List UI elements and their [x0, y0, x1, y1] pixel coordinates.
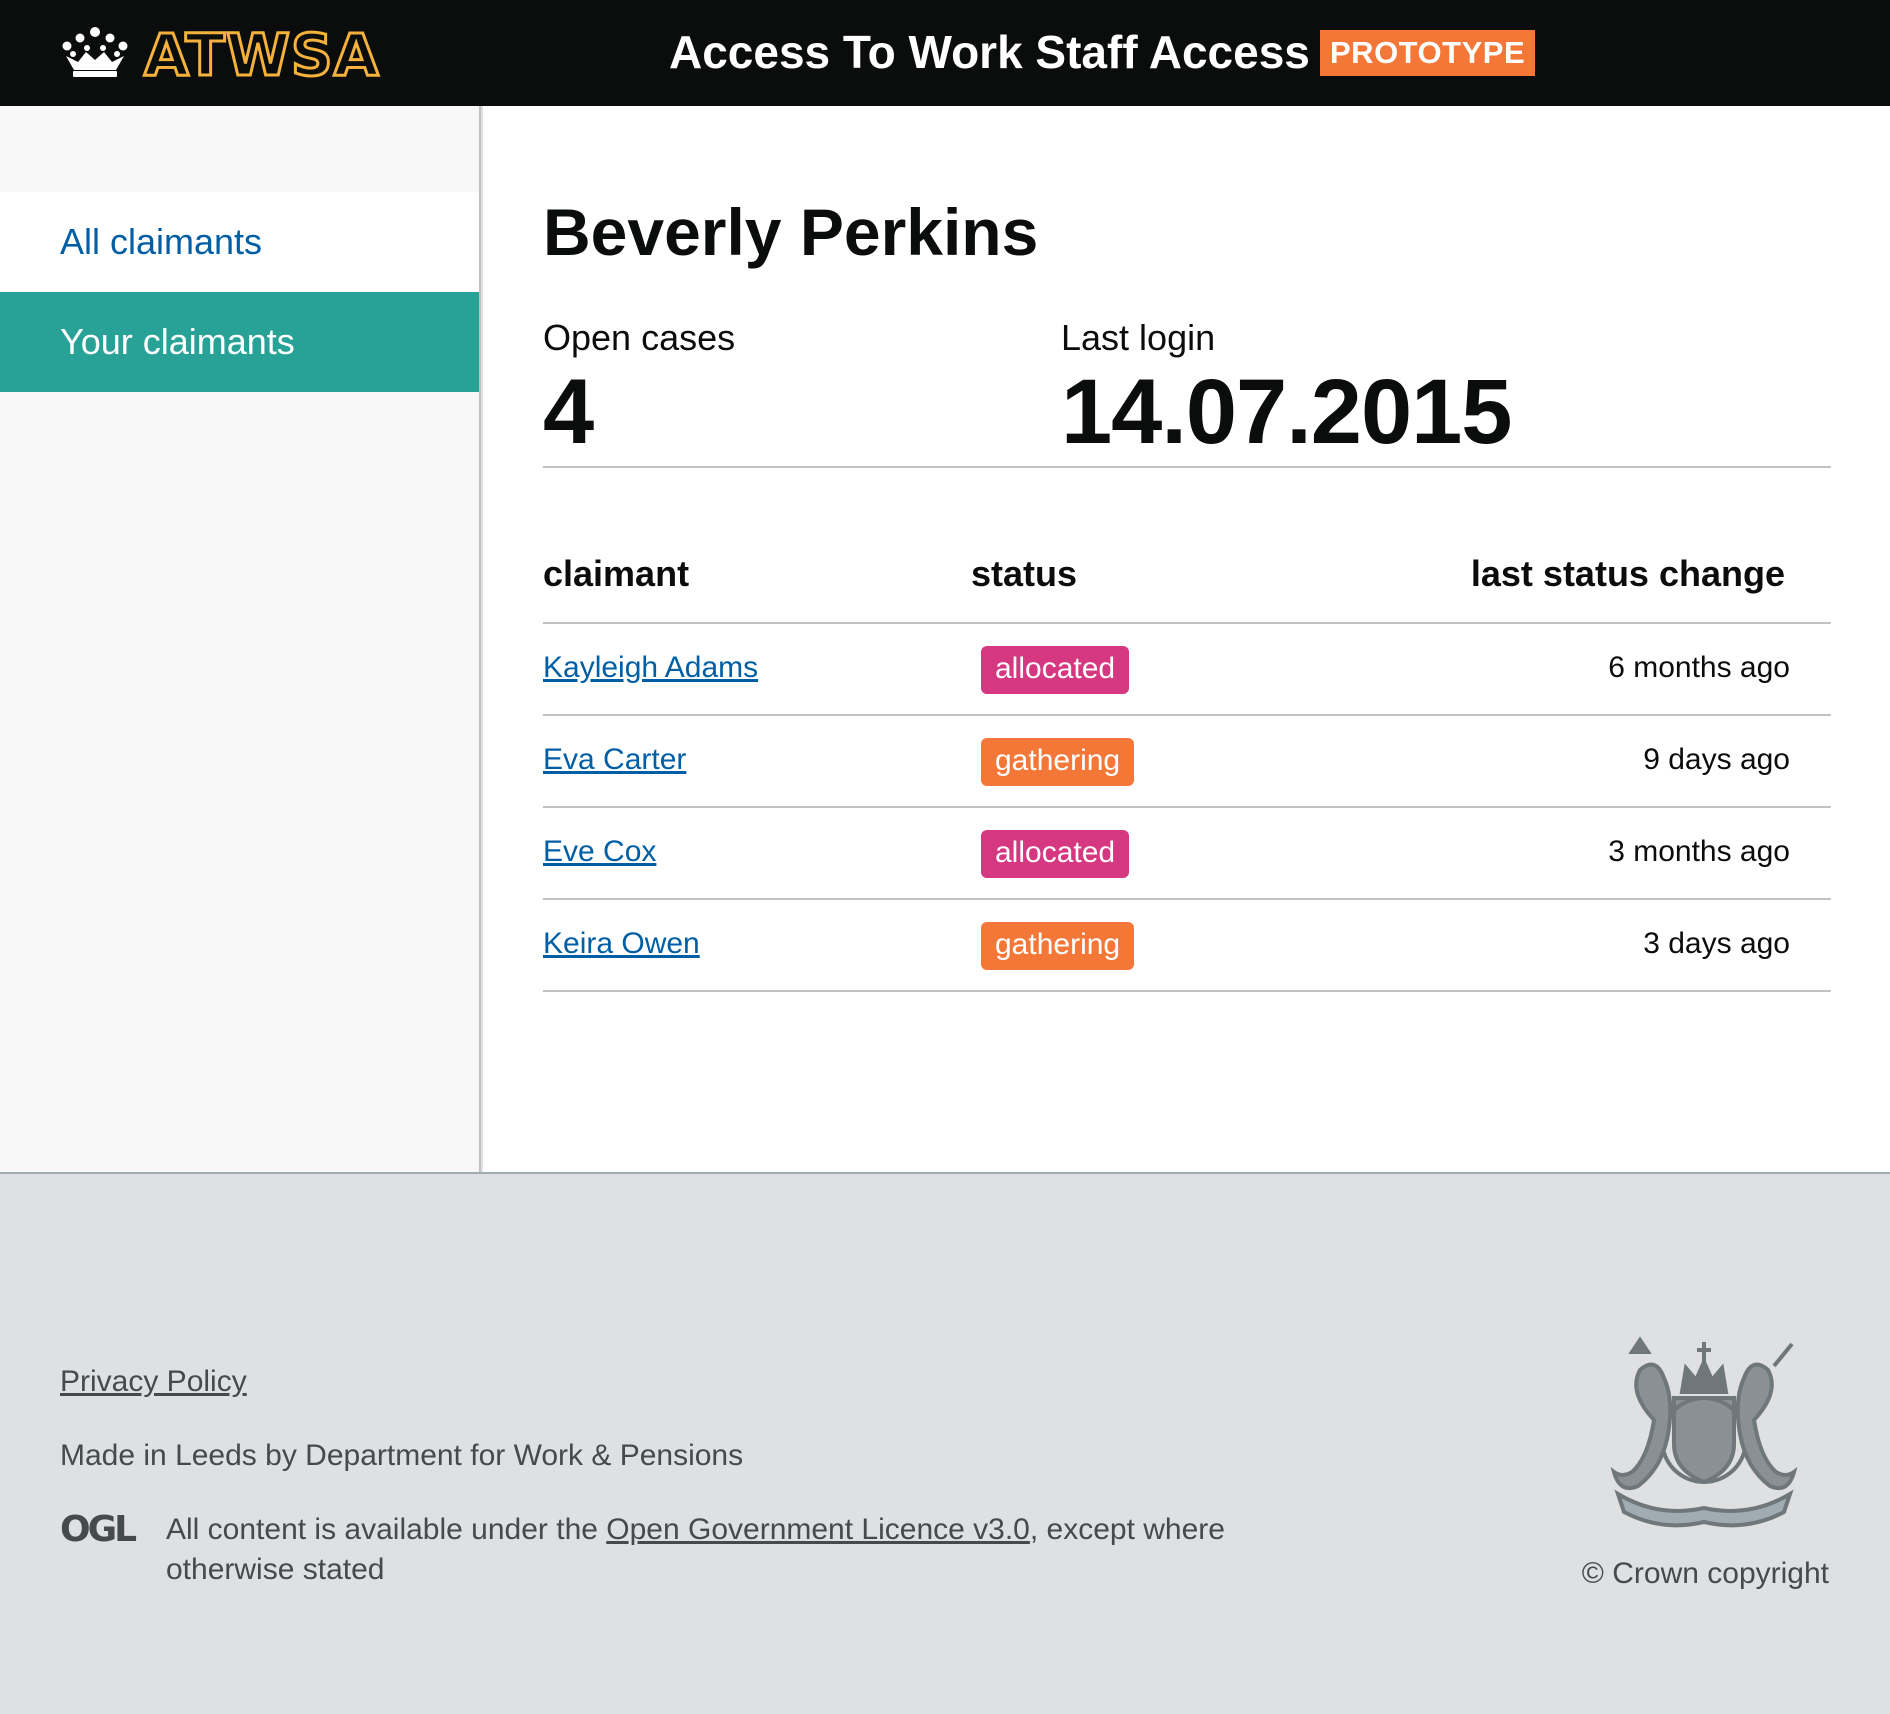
atwsa-logo[interactable]: ATWSA: [130, 24, 430, 86]
status-badge: gathering: [981, 738, 1135, 786]
column-header-claimant: claimant: [543, 553, 690, 594]
ogl-logo-icon: OGL: [60, 1510, 139, 1544]
open-cases-label: Open cases: [543, 317, 736, 358]
table-row: Eve Cox allocated 3 months ago: [543, 808, 1831, 900]
sidebar-item-all-claimants[interactable]: All claimants: [0, 192, 479, 292]
crown-icon: [62, 27, 128, 77]
last-login-value: 14.07.2015: [1061, 361, 1512, 463]
sidebar-item-your-claimants[interactable]: Your claimants: [0, 292, 479, 392]
site-footer: Privacy Policy Made in Leeds by Departme…: [0, 1172, 1890, 1714]
licence-prefix: All content is available under the: [166, 1513, 607, 1546]
status-badge: gathering: [981, 922, 1135, 970]
site-header: ATWSA Access To Work Staff Access PROTOT…: [0, 0, 1890, 106]
table-row: Kayleigh Adams allocated 6 months ago: [543, 624, 1831, 716]
claimant-link[interactable]: Kayleigh Adams: [543, 646, 758, 690]
claimant-link[interactable]: Eva Carter: [543, 738, 686, 782]
open-cases-value: 4: [543, 361, 594, 463]
claimant-link[interactable]: Eve Cox: [543, 830, 656, 874]
last-login-label: Last login: [1061, 317, 1216, 358]
page-title: Beverly Perkins: [543, 195, 1039, 269]
sidebar: All claimants Your claimants: [0, 106, 481, 1172]
made-in-text: Made in Leeds by Department for Work & P…: [60, 1439, 744, 1472]
licence-text: All content is available under the Open …: [166, 1510, 1306, 1590]
main-content: Beverly Perkins Open cases 4 Last login …: [483, 106, 1890, 1172]
last-status-change: 6 months ago: [1608, 651, 1790, 684]
stats-divider: [543, 466, 1831, 468]
app-title[interactable]: Access To Work Staff Access: [669, 24, 1310, 80]
last-status-change: 3 days ago: [1643, 927, 1790, 960]
ogl-licence-link[interactable]: Open Government Licence v3.0: [606, 1513, 1030, 1546]
crown-copyright: © Crown copyright: [1581, 1557, 1829, 1590]
royal-coat-of-arms-icon: [1610, 1336, 1798, 1528]
table-row: Eva Carter gathering 9 days ago: [543, 716, 1831, 808]
logo-text: ATWSA: [143, 21, 381, 89]
status-badge: allocated: [981, 646, 1130, 694]
status-badge: allocated: [981, 830, 1130, 878]
privacy-policy-link[interactable]: Privacy Policy: [60, 1362, 247, 1402]
table-row: Keira Owen gathering 3 days ago: [543, 900, 1831, 992]
ogl-logo-text: OGL: [60, 1510, 136, 1544]
column-header-last-status-change: last status change: [1470, 553, 1785, 594]
claimant-link[interactable]: Keira Owen: [543, 922, 700, 966]
last-status-change: 3 months ago: [1608, 835, 1790, 868]
phase-tag: PROTOTYPE: [1320, 30, 1536, 76]
column-header-status: status: [971, 553, 1078, 594]
last-status-change: 9 days ago: [1643, 743, 1790, 776]
